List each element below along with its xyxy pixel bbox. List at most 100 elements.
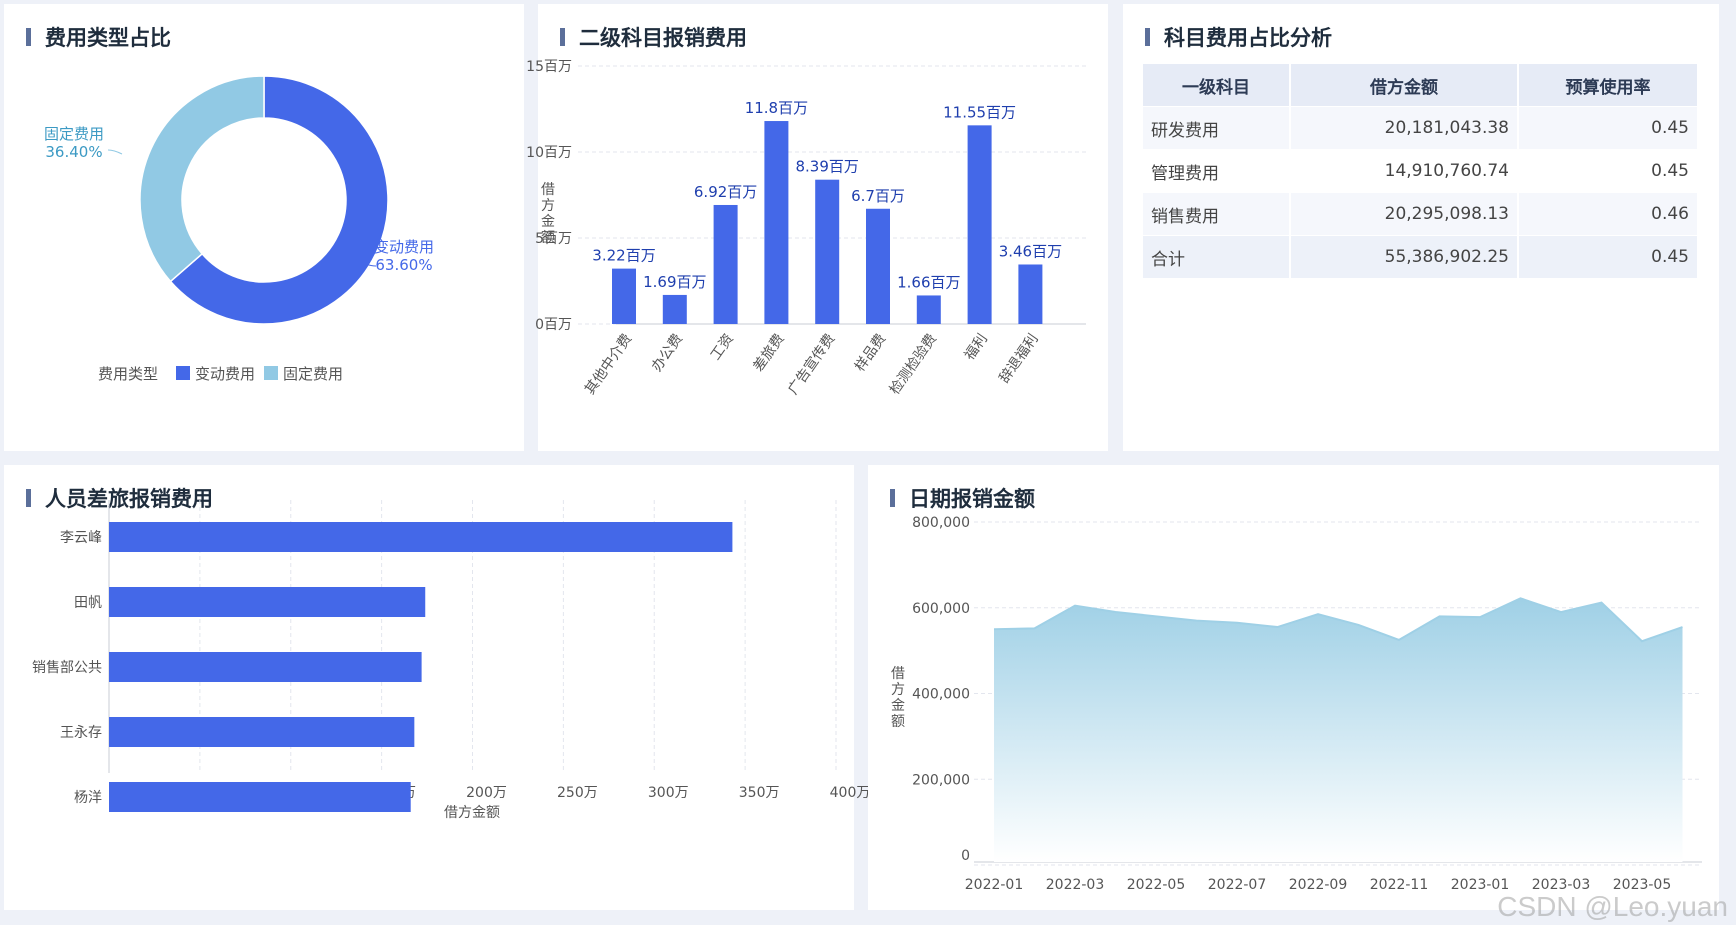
x-tick-label: 2022-01	[965, 877, 1024, 893]
x-tick-label: 350万	[739, 785, 780, 801]
x-tick-label: 差旅费	[750, 331, 787, 375]
expense-table: 一级科目 借方金额 预算使用率 研发费用 20,181,043.38 0.45 …	[1143, 64, 1699, 278]
donut-slice	[139, 75, 265, 283]
bar	[967, 125, 992, 324]
table-cell: 合计	[1143, 235, 1291, 278]
hbar	[109, 587, 426, 617]
y-tick-label: 15百万	[526, 59, 572, 75]
y-axis-label: 方	[541, 198, 555, 214]
table-total-row[interactable]: 合计 55,386,902.25 0.45	[1143, 235, 1699, 278]
x-tick-label: 2022-07	[1208, 877, 1267, 893]
legend-swatch	[176, 366, 190, 380]
x-tick-label: 2022-09	[1289, 877, 1348, 893]
table-cell: 0.45	[1518, 106, 1699, 150]
x-tick-label: 2022-11	[1370, 877, 1429, 893]
x-tick-label: 辞退福利	[996, 331, 1041, 386]
donut-label-percent: 63.60%	[375, 256, 432, 274]
table-row[interactable]: 销售费用 20,295,098.13 0.46	[1143, 192, 1699, 236]
bar	[612, 268, 636, 324]
bar	[662, 294, 687, 324]
table-row[interactable]: 研发费用 20,181,043.38 0.45	[1143, 106, 1699, 150]
x-tick-label: 检测检验费	[887, 331, 940, 398]
x-tick-label: 样品费	[852, 331, 889, 375]
bar-data-label: 6.7百万	[851, 187, 905, 205]
bar-data-label: 1.69百万	[643, 273, 706, 291]
x-axis-label: 借方金额	[444, 805, 500, 821]
legend-swatch	[264, 366, 278, 380]
y-axis-label: 金	[541, 214, 555, 230]
legend-label: 变动费用	[195, 365, 255, 383]
hbar-chart: 0万50万100万150万200万250万300万350万400万借方金额李云峰…	[32, 500, 870, 821]
table-panel: 科目费用占比分析 一级科目 借方金额 预算使用率 研发费用 20,181,043…	[1123, 4, 1719, 451]
area-chart: 0 200,000 400,000 600,000 800,000 借方金额 2022-01…	[891, 515, 1702, 893]
y-tick-label: 10百万	[526, 145, 572, 161]
x-tick-label: 300万	[648, 785, 689, 801]
table-cell: 20,295,098.13	[1290, 192, 1519, 236]
y-tick-label: 400,000	[912, 687, 970, 703]
bar-data-label: 8.39百万	[795, 158, 858, 176]
hbar-panel: 人员差旅报销费用 0万50万100万150万200万250万300万350万40…	[4, 465, 870, 910]
x-tick-label: 广告宣传费	[785, 331, 838, 398]
legend-label: 固定费用	[283, 365, 343, 383]
x-tick-label: 工资	[708, 331, 737, 363]
watermark: CSDN @Leo.yuan	[1497, 891, 1728, 922]
bar	[916, 295, 941, 324]
bar-data-label: 3.46百万	[999, 242, 1062, 260]
y-axis-label: 借	[891, 666, 905, 682]
table-header[interactable]: 一级科目	[1143, 64, 1291, 107]
table-row[interactable]: 管理费用 14,910,760.74 0.45	[1143, 149, 1699, 193]
x-tick-label: 福利	[962, 331, 991, 363]
table-cell: 管理费用	[1143, 149, 1291, 193]
donut-panel: 费用类型占比 变动费用 63.60% 固定费用 36.40% 费用类型 变动费用 固定费用	[4, 4, 524, 451]
bar-data-label: 6.92百万	[694, 183, 757, 201]
x-tick-label: 400万	[830, 785, 871, 801]
table-header[interactable]: 借方金额	[1290, 64, 1519, 107]
table-cell: 0.46	[1518, 192, 1699, 236]
donut-label-name: 变动费用	[374, 238, 434, 256]
y-tick-label: 200,000	[912, 772, 970, 788]
table-cell: 55,386,902.25	[1290, 235, 1519, 278]
y-axis-label: 借	[541, 182, 555, 198]
bar-data-label: 3.22百万	[592, 247, 655, 265]
donut-label-name: 固定费用	[44, 125, 104, 143]
hbar	[109, 522, 733, 552]
y-axis-label: 方	[891, 682, 905, 698]
bar-data-label: 1.66百万	[897, 273, 960, 291]
table-header-row: 一级科目 借方金额 预算使用率	[1143, 64, 1699, 107]
table-cell: 销售费用	[1143, 192, 1291, 236]
x-tick-label: 250万	[557, 785, 598, 801]
bar	[764, 121, 789, 324]
bar-panel: 二级科目报销费用 0百万 5百万 10百万 15百万借方金额 3.22百万 其他中介费 1.…	[526, 4, 1108, 451]
hbar	[109, 782, 411, 812]
area-fill	[994, 598, 1683, 862]
table-cell: 20,181,043.38	[1290, 106, 1519, 150]
table-cell: 研发费用	[1143, 106, 1291, 150]
y-tick-label: 王永存	[60, 725, 102, 741]
legend-title: 费用类型	[98, 365, 158, 383]
y-axis-label: 额	[891, 714, 905, 730]
table-cell: 0.45	[1518, 235, 1699, 278]
area-panel: 日期报销金额 0 200,000 400,000 600,000 800,000 借方金额…	[868, 465, 1719, 910]
y-tick-label: 销售部公共	[32, 660, 102, 676]
donut-leader-line	[107, 149, 123, 155]
y-tick-label: 杨洋	[74, 790, 102, 806]
table-header[interactable]: 预算使用率	[1518, 64, 1699, 107]
y-tick-label: 李云峰	[60, 530, 102, 546]
x-tick-label: 2022-03	[1046, 877, 1105, 893]
y-tick-label: 田帆	[74, 595, 102, 611]
bar	[866, 208, 890, 324]
bar	[1018, 264, 1043, 324]
donut-label-percent: 36.40%	[45, 143, 102, 161]
table-panel-title: 科目费用占比分析	[1145, 22, 1332, 52]
bar	[713, 204, 738, 324]
bar-data-label: 11.55百万	[943, 103, 1016, 121]
x-tick-label: 其他中介费	[582, 331, 635, 398]
bar-chart: 0百万5百万10百万15百万借方金额3.22百万其他中介费1.69百万办公费6.…	[526, 59, 1086, 398]
x-tick-label: 办公费	[649, 331, 686, 375]
x-tick-label: 2022-05	[1127, 877, 1186, 893]
hbar	[109, 717, 415, 747]
y-axis-label: 金	[891, 698, 905, 714]
y-axis-label: 额	[541, 230, 555, 246]
x-tick-label: 200万	[466, 785, 507, 801]
bar-data-label: 11.8百万	[745, 99, 808, 117]
